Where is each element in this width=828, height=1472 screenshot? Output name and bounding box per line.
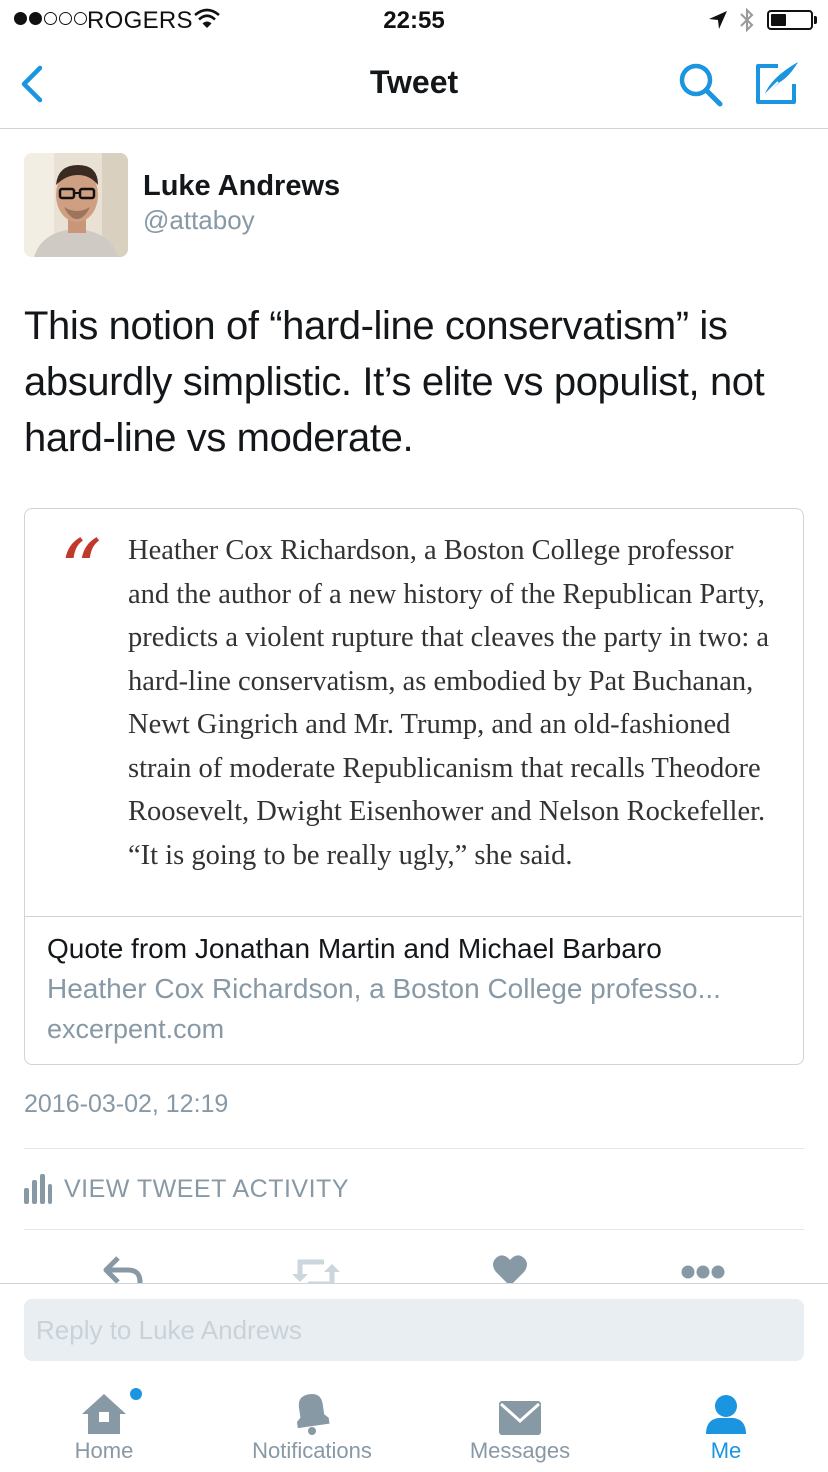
quote-image: “ Heather Cox Richardson, a Boston Colle… [25, 509, 802, 917]
card-title: Quote from Jonathan Martin and Michael B… [47, 933, 662, 964]
tab-home[interactable]: Home [4, 1386, 204, 1464]
status-time: 22:55 [383, 7, 445, 34]
quote-card[interactable]: “ Heather Cox Richardson, a Boston Colle… [24, 508, 804, 1065]
tweet-text: This notion of “hard-line conservatism” … [24, 304, 765, 460]
quote-line: strain of moderate Republicanism that re… [128, 752, 761, 784]
author-handle[interactable]: @attaboy [143, 205, 255, 236]
view-tweet-activity-button[interactable]: VIEW TWEET ACTIVITY [24, 1172, 349, 1206]
bar-chart-icon [24, 1174, 52, 1204]
tab-messages[interactable]: Messages [420, 1386, 620, 1464]
like-icon[interactable] [492, 1254, 528, 1283]
quote-line: and the author of a new history of the R… [128, 578, 765, 610]
tab-label: Home [74, 1438, 134, 1463]
card-domain: excerpent.com [47, 1014, 225, 1044]
home-icon [82, 1394, 126, 1434]
tab-label: Messages [469, 1438, 571, 1463]
divider [24, 1148, 804, 1149]
compose-icon[interactable] [750, 56, 804, 110]
author-name[interactable]: Luke Andrews [143, 170, 340, 203]
tab-me[interactable]: Me [626, 1386, 826, 1464]
view-tweet-activity-label: VIEW TWEET ACTIVITY [64, 1174, 350, 1203]
bell-icon [296, 1393, 330, 1435]
quote-line: predicts a violent rupture that cleaves … [128, 622, 770, 653]
reply-input[interactable] [24, 1299, 804, 1361]
quote-line: Heather Cox Richardson, a Boston College… [128, 535, 734, 566]
battery-icon [767, 10, 813, 30]
divider [24, 1229, 804, 1230]
quote-line: “It is going to be really ugly,” she sai… [128, 839, 573, 871]
envelope-icon [499, 1401, 541, 1435]
avatar[interactable] [24, 153, 128, 257]
search-icon[interactable] [676, 60, 726, 110]
quote-mark: “ [59, 522, 102, 620]
quote-text: Heather Cox Richardson, a Boston College… [128, 529, 800, 877]
navigation-bar: Tweet [0, 40, 828, 129]
quote-line: hard-line conservatism, as embodied by P… [128, 665, 754, 697]
card-description: Heather Cox Richardson, a Boston College… [47, 973, 721, 1004]
more-icon[interactable] [680, 1254, 726, 1283]
status-bar: ROGERS 22:55 [0, 0, 828, 40]
quote-line: Newt Gingrich and Mr. Trump, and an old-… [128, 709, 731, 740]
notification-dot [130, 1388, 142, 1400]
tab-notifications[interactable]: Notifications [212, 1386, 412, 1464]
location-arrow-icon [709, 11, 727, 29]
tab-label: Notifications [252, 1438, 372, 1463]
person-icon [706, 1395, 746, 1434]
tweet-timestamp: 2016-03-02, 12:19 [24, 1090, 229, 1118]
retweet-icon[interactable] [292, 1254, 340, 1283]
tweet-actions [0, 1240, 828, 1283]
bluetooth-icon [740, 7, 754, 33]
reply-icon[interactable] [102, 1254, 144, 1283]
tab-label: Me [710, 1438, 742, 1463]
quote-line: Roosevelt, Dwight Eisenhower and Nelson … [128, 796, 766, 827]
